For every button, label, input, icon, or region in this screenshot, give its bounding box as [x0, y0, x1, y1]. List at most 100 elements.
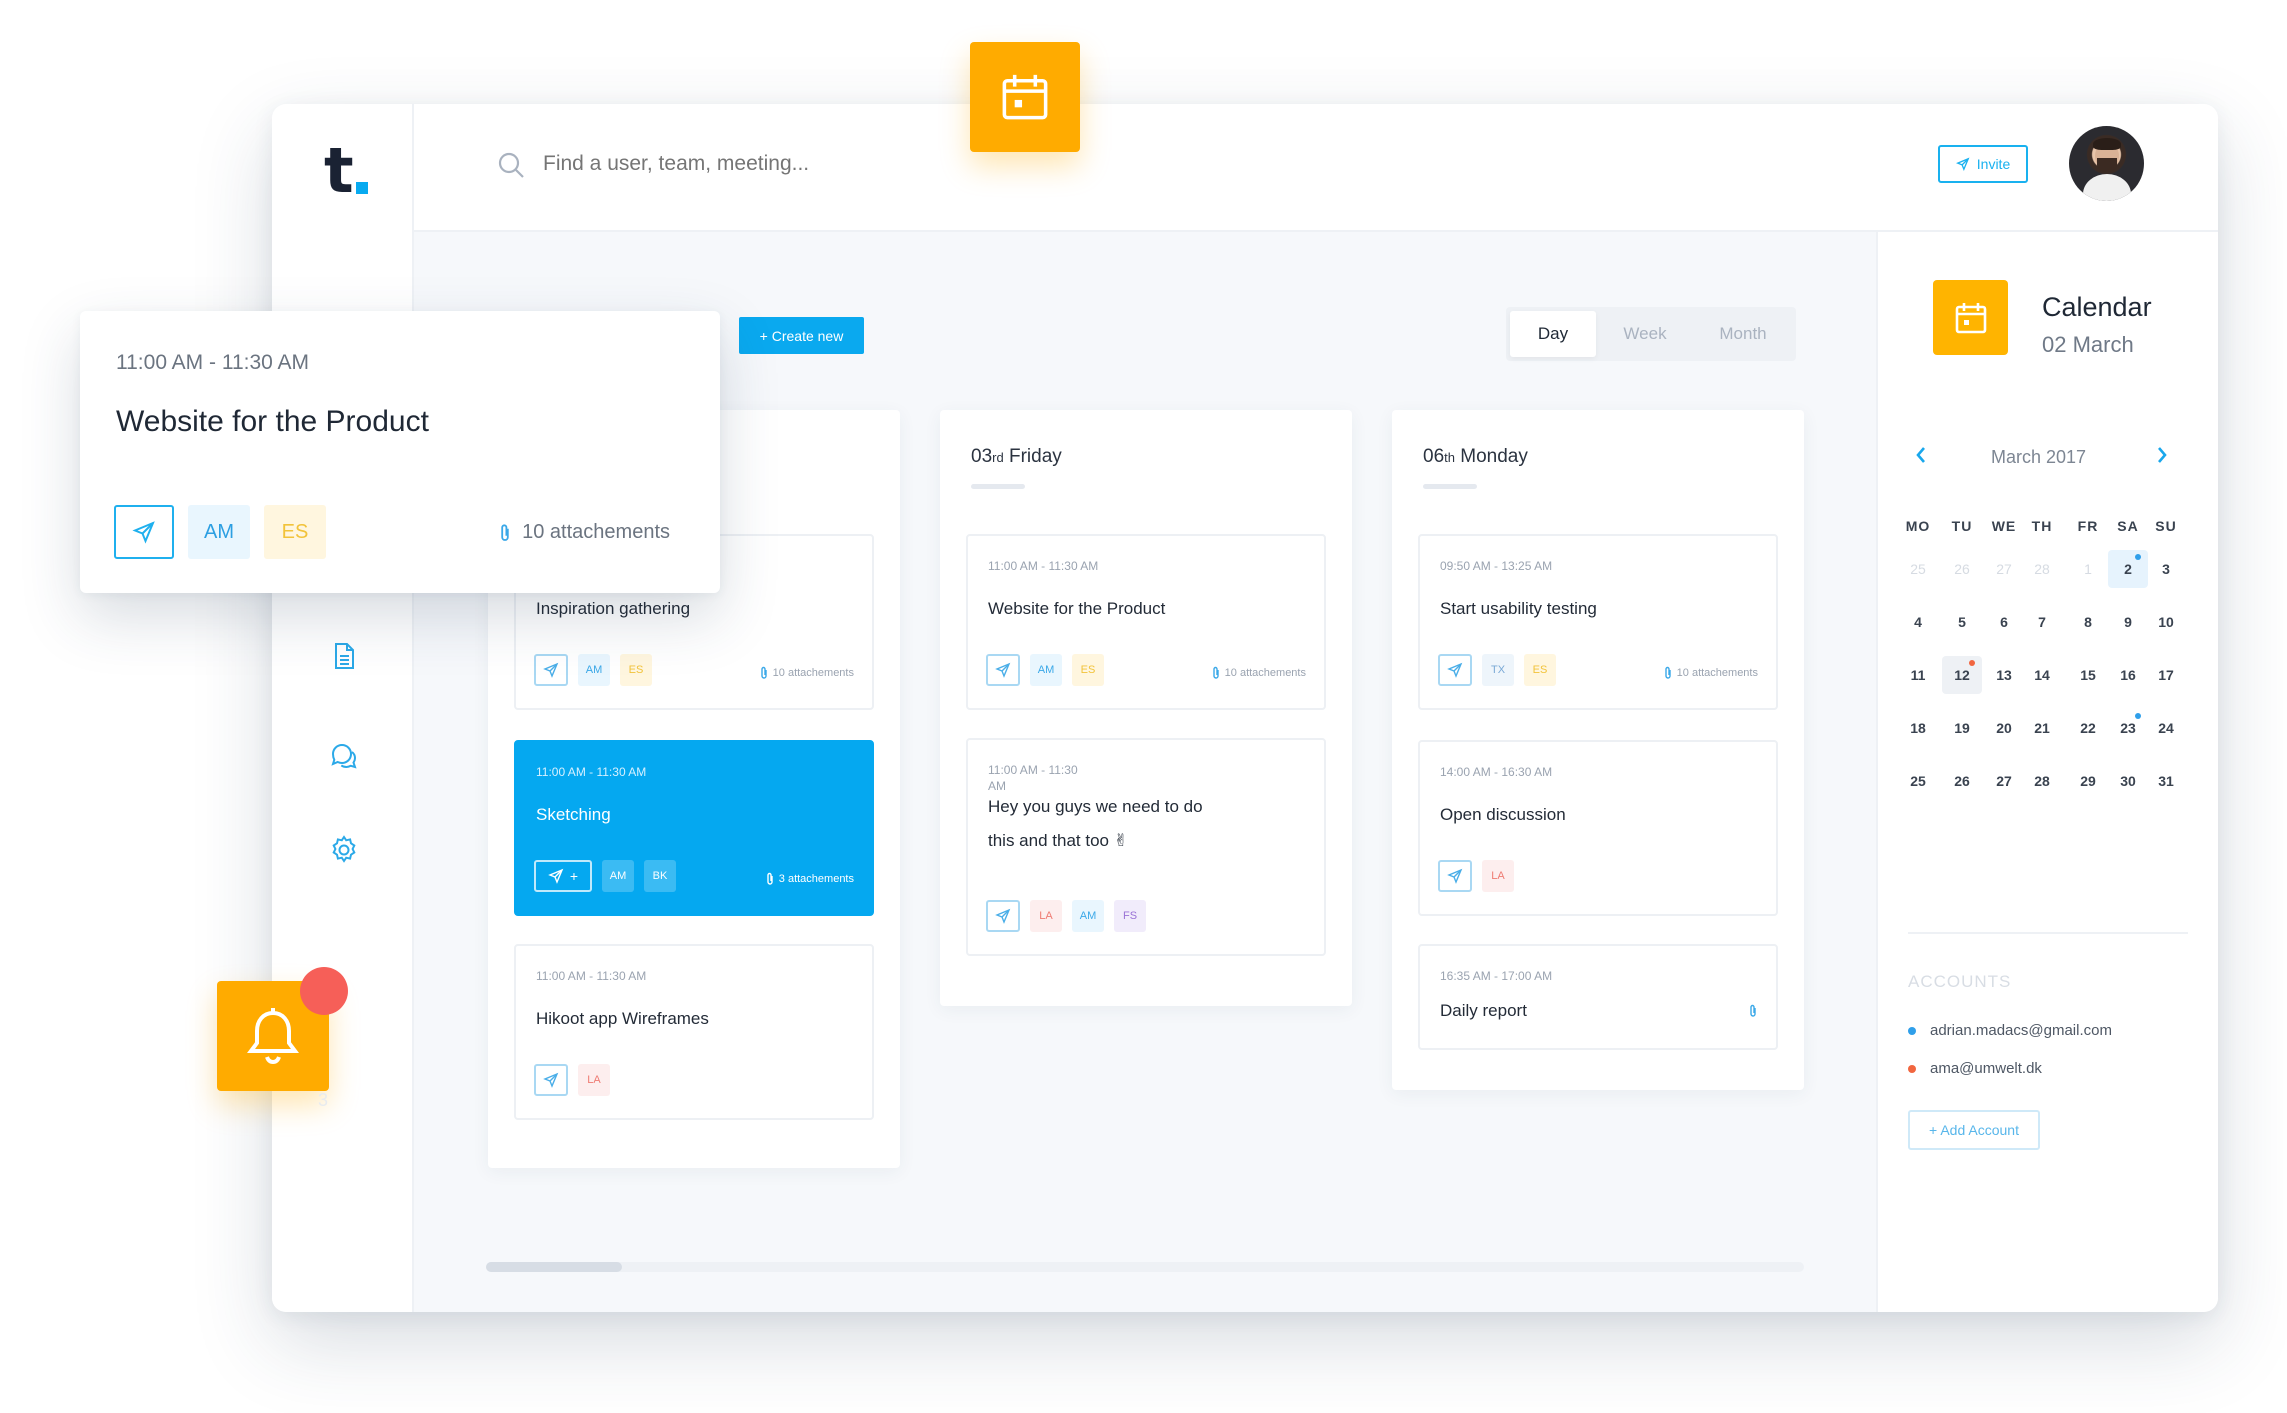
member-chip-es[interactable]: ES [1072, 654, 1104, 686]
event-time: 09:50 AM - 13:25 AM [1440, 559, 1553, 573]
calendar-day[interactable]: 26 [1942, 550, 1982, 588]
settings-gear-icon[interactable] [328, 834, 360, 866]
member-chip-am[interactable]: AM [578, 654, 610, 686]
attachments-count: 3 attachements [778, 873, 854, 885]
calendar-day[interactable]: 6 [1984, 603, 2024, 641]
calendar-day[interactable]: 25 [1898, 762, 1938, 800]
send-icon[interactable] [986, 654, 1020, 686]
event-time: 11:00 AM - 11:30 AM [536, 969, 647, 983]
calendar-day[interactable]: 18 [1898, 709, 1938, 747]
send-plus-button[interactable]: + [534, 860, 592, 892]
calendar-day[interactable]: 28 [2022, 550, 2062, 588]
member-chip-am[interactable]: AM [1030, 654, 1062, 686]
calendar-day[interactable]: 28 [2022, 762, 2062, 800]
member-chip-es[interactable]: ES [620, 654, 652, 686]
event-card-daily-report[interactable]: 16:35 AM - 17:00 AM Daily report [1418, 944, 1778, 1050]
chat-icon[interactable] [328, 740, 360, 772]
calendar-day[interactable]: 23 [2108, 709, 2148, 747]
event-card-website[interactable]: 11:00 AM - 11:30 AM Website for the Prod… [966, 534, 1326, 710]
app-logo[interactable]: t [324, 140, 354, 202]
paperclip-icon[interactable] [1748, 1004, 1758, 1018]
invite-button[interactable]: Invite [1938, 145, 2028, 183]
calendar-day[interactable]: 14 [2022, 656, 2062, 694]
send-icon[interactable] [986, 900, 1020, 932]
calendar-day[interactable]: 22 [2068, 709, 2108, 747]
calendar-day[interactable]: 8 [2068, 603, 2108, 641]
attachments-link[interactable]: 10 attachements [498, 521, 670, 544]
add-account-button[interactable]: + Add Account [1908, 1110, 2040, 1150]
attachments-link[interactable]: 3 attachements [765, 872, 854, 886]
calendar-day[interactable]: 29 [2068, 762, 2108, 800]
member-chip-es[interactable]: ES [264, 505, 326, 559]
calendar-day[interactable]: 27 [1984, 762, 2024, 800]
calendar-day[interactable]: 16 [2108, 656, 2148, 694]
event-card-sketching[interactable]: 11:00 AM - 11:30 AM Sketching + AM BK 3 … [514, 740, 874, 916]
calendar-day[interactable]: 9 [2108, 603, 2148, 641]
member-chip-es[interactable]: ES [1524, 654, 1556, 686]
calendar-day[interactable]: 3 [2146, 550, 2186, 588]
calendar-day[interactable]: 13 [1984, 656, 2024, 694]
document-icon[interactable] [328, 640, 360, 672]
popup-event-time: 11:00 AM - 11:30 AM [116, 351, 309, 374]
calendar-day[interactable]: 5 [1942, 603, 1982, 641]
attachments-link[interactable]: 10 attachements [1211, 666, 1306, 680]
member-chip-am[interactable]: AM [602, 860, 634, 892]
calendar-day[interactable]: 4 [1898, 603, 1938, 641]
calendar-day[interactable]: 2 [2108, 550, 2148, 588]
account-color-dot [1908, 1026, 1916, 1035]
send-icon[interactable] [1438, 654, 1472, 686]
attachments-link[interactable]: 10 attachements [1663, 666, 1758, 680]
member-chip-la[interactable]: LA [578, 1064, 610, 1096]
calendar-day[interactable]: 27 [1984, 550, 2024, 588]
calendar-day[interactable]: 11 [1898, 656, 1938, 694]
event-popup-card[interactable]: 11:00 AM - 11:30 AM Website for the Prod… [80, 311, 720, 593]
member-chip-fs[interactable]: FS [1114, 900, 1146, 932]
calendar-day[interactable]: 15 [2068, 656, 2108, 694]
calendar-day[interactable]: 30 [2108, 762, 2148, 800]
calendar-day[interactable]: 21 [2022, 709, 2062, 747]
weekday-label: SA [2117, 518, 2139, 534]
user-avatar[interactable] [2069, 126, 2144, 201]
event-card-message[interactable]: 11:00 AM - 11:30 AM Hey you guys we need … [966, 738, 1326, 956]
send-icon[interactable] [534, 1064, 568, 1096]
search-icon[interactable] [496, 150, 526, 180]
calendar-day[interactable]: 10 [2146, 603, 2186, 641]
calendar-day[interactable]: 17 [2146, 656, 2186, 694]
calendar-day[interactable]: 20 [1984, 709, 2024, 747]
next-month-chevron-icon[interactable] [2155, 445, 2169, 465]
member-chip-la[interactable]: LA [1482, 860, 1514, 892]
view-month-button[interactable]: Month [1694, 311, 1792, 357]
calendar-day[interactable]: 31 [2146, 762, 2186, 800]
calendar-day[interactable]: 12 [1942, 656, 1982, 694]
calendar-day[interactable]: 1 [2068, 550, 2108, 588]
member-chip-bk[interactable]: BK [644, 860, 676, 892]
prev-month-chevron-icon[interactable] [1914, 445, 1928, 465]
search-input[interactable] [543, 152, 903, 176]
account-item[interactable]: adrian.madacs@gmail.com [1908, 1022, 2112, 1039]
calendar-day[interactable]: 19 [1942, 709, 1982, 747]
scrollbar-thumb[interactable] [486, 1262, 622, 1272]
send-icon[interactable] [1438, 860, 1472, 892]
view-day-button[interactable]: Day [1510, 311, 1596, 357]
view-week-button[interactable]: Week [1602, 311, 1688, 357]
member-chip-la[interactable]: LA [1030, 900, 1062, 932]
view-toggle: Day Week Month [1506, 307, 1796, 361]
attachments-link[interactable]: 10 attachements [759, 666, 854, 680]
calendar-day[interactable]: 25 [1898, 550, 1938, 588]
event-indicator-dot [1969, 660, 1975, 666]
member-chip-am[interactable]: AM [188, 505, 250, 559]
event-card-discussion[interactable]: 14:00 AM - 16:30 AM Open discussion LA [1418, 740, 1778, 916]
send-icon[interactable] [534, 654, 568, 686]
event-card-wireframes[interactable]: 11:00 AM - 11:30 AM Hikoot app Wireframe… [514, 944, 874, 1120]
attachments-count: 10 attachements [772, 667, 854, 679]
calendar-day[interactable]: 26 [1942, 762, 1982, 800]
send-icon[interactable] [114, 505, 174, 559]
member-chip-tx[interactable]: TX [1482, 654, 1514, 686]
horizontal-scrollbar[interactable] [486, 1262, 1804, 1272]
calendar-day[interactable]: 24 [2146, 709, 2186, 747]
member-chip-am[interactable]: AM [1072, 900, 1104, 932]
calendar-day[interactable]: 7 [2022, 603, 2062, 641]
create-new-button[interactable]: + Create new [739, 317, 864, 354]
account-item[interactable]: ama@umwelt.dk [1908, 1060, 2042, 1077]
event-card-usability[interactable]: 09:50 AM - 13:25 AM Start usability test… [1418, 534, 1778, 710]
